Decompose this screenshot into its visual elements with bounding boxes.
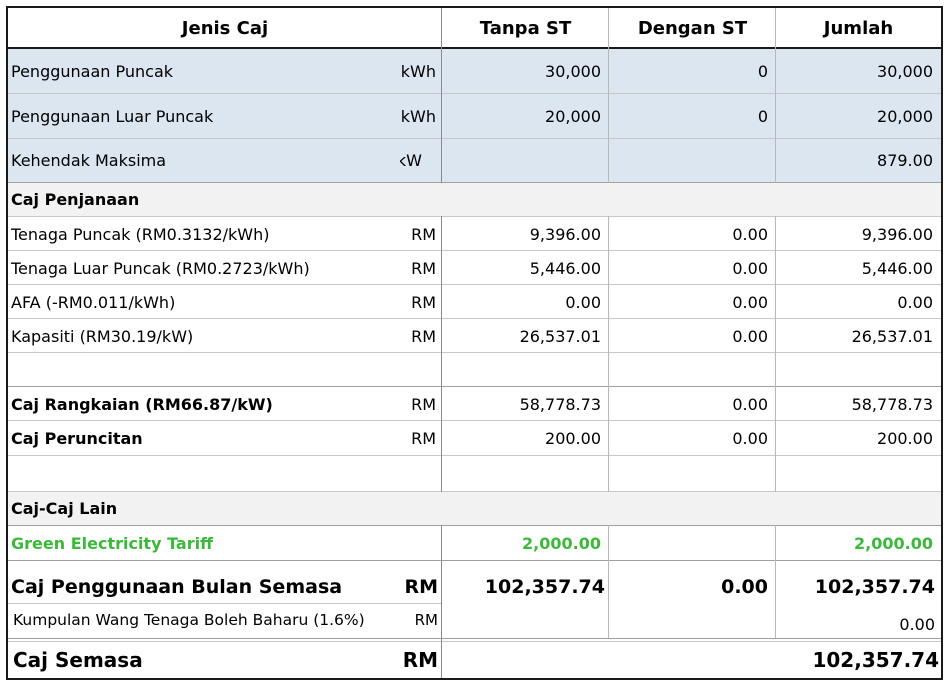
grid-vline — [775, 492, 776, 525]
grid-line — [8, 491, 941, 492]
row-jumlah-afa: 0.00 — [897, 292, 933, 312]
grid-line — [8, 455, 941, 456]
grid-vline — [441, 492, 442, 525]
usage-jumlah-max-demand: 879.00 — [776, 139, 941, 182]
grid-line — [8, 216, 941, 217]
row-unit-afa: RM — [411, 292, 436, 312]
grid-vline — [608, 8, 609, 638]
header-bottom-border — [8, 47, 941, 49]
row-label-tenaga-puncak: Tenaga Puncak (RM0.3132/kWh) — [11, 224, 270, 244]
section-caj-penjanaan: Caj Penjanaan — [8, 183, 941, 216]
usage-unit-max-demand: kW — [400, 139, 442, 182]
row-unit-rangkaian: RM — [411, 394, 436, 414]
row-jumlah-peruncitan: 200.00 — [877, 428, 933, 448]
row-unit-caj-semasa: RM — [402, 648, 438, 672]
section-caj-caj-lain: Caj-Caj Lain — [8, 492, 941, 525]
grid-vline — [608, 492, 609, 525]
row-label-green-tariff: Green Electricity Tariff — [11, 533, 214, 553]
grid-line — [8, 138, 941, 139]
grid-line — [8, 638, 941, 639]
row-unit-peruncitan: RM — [411, 428, 436, 448]
usage-tanpa-offpeak: 20,000 — [442, 94, 609, 138]
usage-dengan-peak: 0 — [609, 49, 776, 93]
row-jumlah-tenaga-puncak: 9,396.00 — [861, 224, 933, 244]
grid-line — [8, 250, 941, 251]
grid-line — [8, 420, 941, 421]
row-label-peruncitan: Caj Peruncitan — [11, 428, 143, 448]
row-jumlah-kwtbb: 0.00 — [899, 614, 935, 634]
grid-vline — [775, 183, 776, 216]
row-jumlah-kapasiti: 26,537.01 — [851, 326, 933, 346]
usage-unit-peak: kWh — [400, 49, 442, 93]
row-label-tenaga-luar-puncak: Tenaga Luar Puncak (RM0.2723/kWh) — [11, 258, 310, 278]
usage-jumlah-peak: 30,000 — [776, 49, 941, 93]
row-dengan-peruncitan: 0.00 — [732, 428, 768, 448]
grid-line — [8, 641, 941, 642]
grid-vline — [775, 8, 776, 638]
usage-dengan-offpeak: 0 — [609, 94, 776, 138]
header-jenis-caj: Jenis Caj — [181, 17, 269, 39]
usage-label-offpeak: Penggunaan Luar Puncak — [8, 94, 400, 138]
grid-line — [8, 284, 941, 285]
row-tanpa-bulan-semasa: 102,357.74 — [484, 576, 605, 598]
row-unit-tenaga-puncak: RM — [411, 224, 436, 244]
row-label-bulan-semasa: Caj Penggunaan Bulan Semasa — [11, 576, 343, 598]
row-dengan-tenaga-puncak: 0.00 — [732, 224, 768, 244]
row-dengan-afa: 0.00 — [732, 292, 768, 312]
grid-vline — [441, 8, 442, 678]
row-tanpa-tenaga-puncak: 9,396.00 — [529, 224, 601, 244]
row-unit-tenaga-luar-puncak: RM — [411, 258, 436, 278]
row-jumlah-green-tariff: 2,000.00 — [854, 533, 933, 553]
grid-vline — [608, 183, 609, 216]
grid-line — [8, 603, 442, 604]
row-dengan-tenaga-luar-puncak: 0.00 — [732, 258, 768, 278]
row-unit-kapasiti: RM — [411, 326, 436, 346]
grid-line — [8, 93, 941, 94]
usage-tanpa-max-demand — [442, 139, 609, 182]
row-tanpa-afa: 0.00 — [565, 292, 601, 312]
row-label-rangkaian: Caj Rangkaian (RM66.87/kW) — [11, 394, 273, 414]
row-label-caj-semasa: Caj Semasa — [13, 648, 143, 672]
row-tanpa-tenaga-luar-puncak: 5,446.00 — [529, 258, 601, 278]
row-tanpa-kapasiti: 26,537.01 — [519, 326, 601, 346]
row-tanpa-peruncitan: 200.00 — [545, 428, 601, 448]
row-jumlah-bulan-semasa: 102,357.74 — [814, 576, 935, 598]
header-tanpa-st: Tanpa ST — [479, 17, 572, 39]
row-dengan-kapasiti: 0.00 — [732, 326, 768, 346]
row-label-afa: AFA (-RM0.011/kWh) — [11, 292, 176, 312]
row-jumlah-caj-semasa: 102,357.74 — [812, 648, 939, 672]
grid-line — [8, 560, 941, 561]
row-dengan-rangkaian: 0.00 — [732, 394, 768, 414]
row-unit-bulan-semasa: RM — [404, 576, 438, 598]
header-jumlah: Jumlah — [823, 17, 894, 39]
row-label-kapasiti: Kapasiti (RM30.19/kW) — [11, 326, 194, 346]
header-dengan-st: Dengan ST — [637, 17, 748, 39]
row-unit-kwtbb: RM — [414, 611, 438, 629]
usage-label-max-demand: Kehendak Maksima — [8, 139, 400, 182]
usage-label-peak: Penggunaan Puncak — [8, 49, 400, 93]
row-tanpa-green-tariff: 2,000.00 — [522, 533, 601, 553]
usage-tanpa-peak: 30,000 — [442, 49, 609, 93]
usage-unit-offpeak: kWh — [400, 94, 442, 138]
row-dengan-bulan-semasa: 0.00 — [721, 576, 768, 598]
row-jumlah-tenaga-luar-puncak: 5,446.00 — [861, 258, 933, 278]
row-tanpa-rangkaian: 58,778.73 — [519, 394, 601, 414]
grid-line — [8, 525, 941, 526]
grid-line — [8, 386, 941, 387]
grid-line — [8, 352, 941, 353]
grid-vline — [441, 183, 442, 216]
row-jumlah-rangkaian: 58,778.73 — [851, 394, 933, 414]
row-label-kwtbb: Kumpulan Wang Tenaga Boleh Baharu (1.6%) — [13, 611, 365, 629]
grid-line — [8, 182, 941, 183]
grid-line — [8, 318, 941, 319]
usage-dengan-max-demand — [609, 139, 776, 182]
usage-jumlah-offpeak: 20,000 — [776, 94, 941, 138]
